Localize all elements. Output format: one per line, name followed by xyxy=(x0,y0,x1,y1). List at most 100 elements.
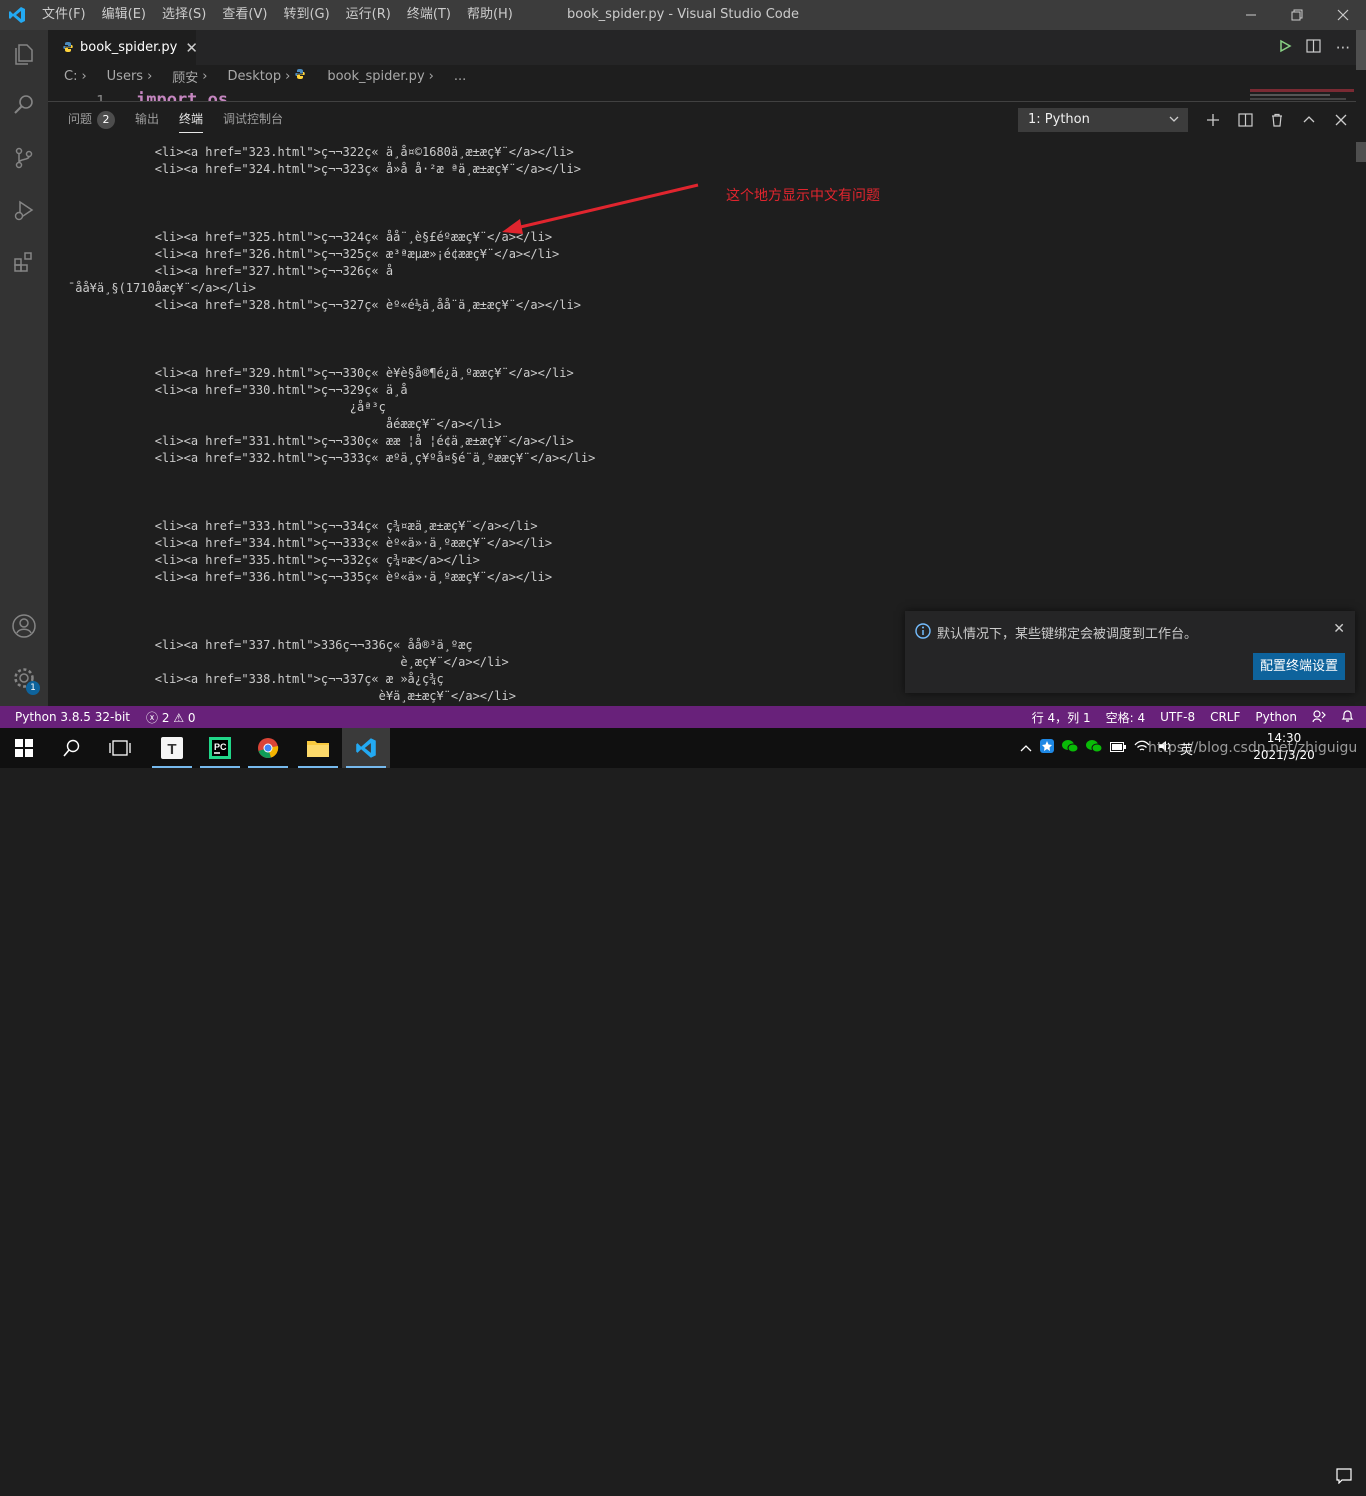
breadcrumb-users[interactable]: Users xyxy=(107,69,143,84)
breadcrumb-user[interactable]: 顾安 xyxy=(172,67,198,86)
menu-edit[interactable]: 编辑(E) xyxy=(94,0,154,30)
menu-view[interactable]: 查看(V) xyxy=(214,0,275,30)
editor-actions: ··· xyxy=(1278,30,1350,65)
terminal-line: <li><a href="326.html">ç¬¬325ç« æ³ªæµæ»¡… xyxy=(68,247,560,261)
line-ending[interactable]: CRLF xyxy=(1210,710,1240,724)
source-control-icon[interactable] xyxy=(0,134,48,182)
minimize-button[interactable] xyxy=(1228,0,1274,30)
vscode-icon[interactable] xyxy=(342,728,390,768)
close-panel-icon[interactable] xyxy=(1330,109,1352,131)
close-notification-icon[interactable]: ✕ xyxy=(1333,621,1345,637)
close-tab-icon[interactable]: ✕ xyxy=(185,39,198,57)
terminal-scrollbar-thumb[interactable] xyxy=(1356,142,1366,162)
search-icon[interactable] xyxy=(48,728,96,768)
typora-icon[interactable]: T xyxy=(148,728,196,768)
editor-scrollbar-thumb[interactable] xyxy=(1356,30,1366,70)
breadcrumb: C: › Users › 顾安 › Desktop › book_spider.… xyxy=(48,65,1348,87)
settings-gear-icon[interactable]: 1 xyxy=(0,654,48,702)
explorer-icon[interactable] xyxy=(0,30,48,78)
tab-output[interactable]: 输出 xyxy=(135,102,159,137)
tab-problems-label: 问题 xyxy=(68,112,93,126)
python-interpreter[interactable]: Python 3.8.5 32-bit xyxy=(15,710,130,724)
restore-button[interactable] xyxy=(1274,0,1320,30)
pycharm-icon[interactable]: PC xyxy=(196,728,244,768)
problems-status[interactable]: ⓧ 2 ⚠ 0 xyxy=(146,709,196,726)
cursor-position[interactable]: 行 4，列 1 xyxy=(1032,709,1091,726)
more-actions-icon[interactable]: ··· xyxy=(1336,39,1350,57)
editor-code[interactable]: 1 import os xyxy=(48,87,1348,101)
minimap[interactable] xyxy=(1250,87,1354,101)
terminal-line: <li><a href="327.html">ç¬¬326ç« å xyxy=(68,264,394,278)
tab-book-spider[interactable]: book_spider.py ✕ xyxy=(48,30,198,65)
start-icon[interactable] xyxy=(0,728,48,768)
terminal-selector[interactable]: 1: Python xyxy=(1018,108,1188,132)
menu-selection[interactable]: 选择(S) xyxy=(154,0,214,30)
terminal-line: ¿åª³ç xyxy=(68,400,386,414)
kill-terminal-icon[interactable] xyxy=(1266,109,1288,131)
python-file-icon xyxy=(294,68,306,84)
split-terminal-icon[interactable] xyxy=(1234,109,1256,131)
terminal-line: <li><a href="328.html">ç¬¬327ç« èº«é½ä¸å… xyxy=(68,298,581,312)
activity-bar: 1 xyxy=(0,30,48,706)
warning-icon: ⚠ xyxy=(173,710,185,725)
run-python-file-icon[interactable] xyxy=(1278,38,1292,57)
terminal-line: <li><a href="334.html">ç¬¬333ç« èº«ä»·ä¸… xyxy=(68,536,553,550)
error-count: 2 xyxy=(161,710,170,725)
warning-count: 0 xyxy=(187,710,196,725)
close-window-button[interactable] xyxy=(1320,0,1366,30)
breadcrumb-drive[interactable]: C: xyxy=(64,69,77,84)
menu-terminal[interactable]: 终端(T) xyxy=(399,0,459,30)
file-explorer-icon[interactable] xyxy=(294,728,342,768)
settings-badge: 1 xyxy=(26,681,40,695)
tray-app-icon[interactable] xyxy=(1040,739,1054,757)
account-icon[interactable] xyxy=(0,602,48,650)
encoding[interactable]: UTF-8 xyxy=(1160,710,1195,724)
editor-tabs: book_spider.py ✕ ··· xyxy=(48,30,1366,65)
svg-text:T: T xyxy=(167,741,176,758)
chevron-down-icon xyxy=(1168,108,1180,141)
task-view-icon[interactable] xyxy=(96,728,144,768)
tab-terminal[interactable]: 终端 xyxy=(179,102,204,137)
menu-go[interactable]: 转到(G) xyxy=(275,0,337,30)
split-editor-icon[interactable] xyxy=(1306,38,1322,57)
new-terminal-icon[interactable] xyxy=(1202,109,1224,131)
tab-debug-console[interactable]: 调试控制台 xyxy=(223,102,283,137)
terminal-line: <li><a href="335.html">ç¬¬332ç« ç¾¤æ</a>… xyxy=(68,553,480,567)
search-icon[interactable] xyxy=(0,80,48,128)
terminal-line: <li><a href="330.html">ç¬¬329ç« ä¸å xyxy=(68,383,408,397)
language-mode[interactable]: Python xyxy=(1255,710,1297,724)
menu-file[interactable]: 文件(F) xyxy=(34,0,94,30)
indentation[interactable]: 空格: 4 xyxy=(1106,709,1146,726)
info-icon xyxy=(915,623,931,643)
battery-icon[interactable] xyxy=(1110,741,1126,756)
action-center-icon[interactable] xyxy=(1322,1456,1366,1496)
notifications-bell-icon[interactable] xyxy=(1341,709,1354,726)
status-bar: Python 3.8.5 32-bit ⓧ 2 ⚠ 0 行 4，列 1 空格: … xyxy=(0,706,1366,728)
run-debug-icon[interactable] xyxy=(0,186,48,234)
show-hidden-icons-icon[interactable] xyxy=(1020,741,1032,756)
breadcrumb-desktop[interactable]: Desktop xyxy=(228,69,282,84)
wechat-icon[interactable] xyxy=(1086,739,1103,757)
menu-run[interactable]: 运行(R) xyxy=(338,0,399,30)
breadcrumb-file[interactable]: book_spider.py xyxy=(327,69,424,84)
maximize-panel-icon[interactable] xyxy=(1298,109,1320,131)
chrome-icon[interactable] xyxy=(244,728,292,768)
line-number: 1 xyxy=(96,92,106,101)
configure-terminal-settings-button[interactable]: 配置终端设置 xyxy=(1253,653,1345,680)
breadcrumb-symbol[interactable]: ... xyxy=(454,69,466,84)
extensions-icon[interactable] xyxy=(0,238,48,286)
terminal-line: <li><a href="331.html">ç¬¬330ç« ææ ¦å ¦é… xyxy=(68,434,574,448)
feedback-icon[interactable] xyxy=(1312,709,1326,726)
menu-help[interactable]: 帮助(H) xyxy=(459,0,521,30)
problems-count-badge: 2 xyxy=(97,111,116,129)
python-file-icon xyxy=(62,38,74,57)
tab-problems[interactable]: 问题 2 xyxy=(68,102,116,137)
wechat-icon[interactable] xyxy=(1062,739,1079,757)
